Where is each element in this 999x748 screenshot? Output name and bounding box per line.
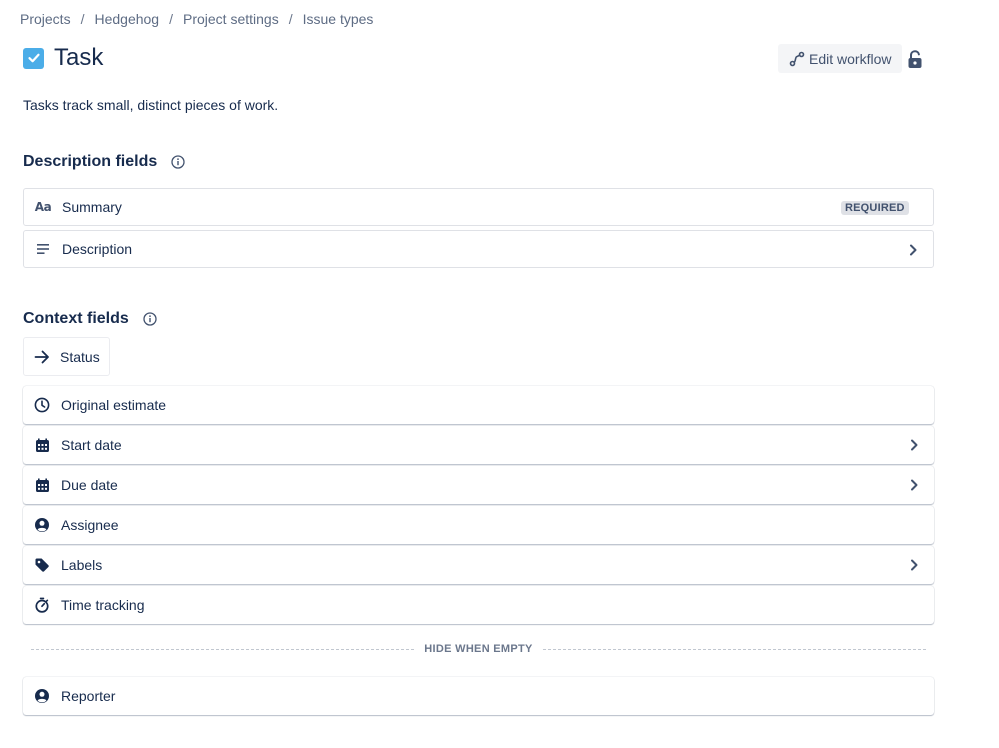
lock-button[interactable] [904, 48, 926, 70]
field-label: Labels [61, 557, 103, 573]
page-header: Task [23, 44, 103, 72]
field-time-tracking[interactable]: Time tracking [23, 586, 934, 624]
field-label: Reporter [61, 688, 116, 704]
breadcrumb-hedgehog[interactable]: Hedgehog [94, 11, 159, 27]
tag-icon [24, 557, 60, 573]
field-label: Status [60, 348, 100, 365]
field-label: Due date [61, 477, 118, 493]
breadcrumb-separator: / [80, 11, 85, 27]
issue-type-description: Tasks track small, distinct pieces of wo… [23, 97, 279, 113]
breadcrumb-separator: / [288, 11, 293, 27]
chevron-right-icon[interactable] [905, 242, 921, 261]
field-label: Original estimate [61, 397, 167, 413]
breadcrumb-project-settings[interactable]: Project settings [183, 11, 279, 27]
dashed-line [31, 648, 415, 650]
breadcrumb-issue-types[interactable]: Issue types [303, 11, 374, 27]
field-description[interactable]: Description [23, 230, 934, 268]
breadcrumb-separator: / [169, 11, 173, 27]
chevron-right-icon[interactable] [906, 557, 922, 576]
field-assignee[interactable]: Assignee [23, 506, 934, 544]
required-badge: REQUIRED [841, 201, 909, 215]
field-original-estimate[interactable]: Original estimate [23, 386, 934, 424]
unlock-icon [908, 49, 922, 68]
info-icon[interactable] [143, 312, 157, 326]
context-fields-heading: Context fields [23, 310, 157, 328]
edit-workflow-label: Edit workflow [809, 50, 892, 67]
edit-workflow-button[interactable]: Edit workflow [778, 44, 903, 73]
hide-when-empty-label: HIDE WHEN EMPTY [424, 643, 533, 655]
stopwatch-icon [24, 597, 60, 613]
field-label: Description [62, 241, 133, 257]
task-checkbox-icon [23, 47, 44, 69]
field-status[interactable]: Status [23, 337, 110, 376]
description-fields-title: Description fields [23, 153, 158, 170]
info-icon[interactable] [171, 155, 185, 169]
field-start-date[interactable]: Start date [23, 426, 934, 464]
person-icon [24, 517, 60, 533]
context-fields-title: Context fields [23, 310, 129, 327]
field-label: Time tracking [61, 597, 145, 613]
field-label: Assignee [61, 517, 119, 533]
align-left-icon [25, 243, 61, 255]
field-summary[interactable]: Aa Summary REQUIRED [23, 188, 934, 226]
person-icon [24, 688, 60, 704]
field-label: Start date [61, 437, 122, 453]
chevron-right-icon[interactable] [906, 437, 922, 456]
page-title: Task [54, 44, 104, 71]
dashed-line [542, 648, 926, 650]
hide-when-empty-divider: HIDE WHEN EMPTY [31, 641, 926, 657]
arrow-right-icon [24, 350, 60, 364]
breadcrumb: Projects / Hedgehog / Project settings /… [20, 11, 373, 27]
clock-icon [24, 397, 60, 413]
description-fields-heading: Description fields [23, 153, 185, 171]
field-due-date[interactable]: Due date [23, 466, 934, 504]
breadcrumb-projects[interactable]: Projects [20, 11, 71, 27]
field-labels[interactable]: Labels [23, 546, 934, 584]
calendar-icon [24, 438, 60, 453]
text-icon: Aa [34, 200, 52, 214]
calendar-icon [24, 478, 60, 493]
field-label: Summary [62, 199, 122, 215]
field-reporter[interactable]: Reporter [23, 677, 934, 715]
chevron-right-icon[interactable] [906, 477, 922, 496]
workflow-icon [789, 51, 805, 66]
